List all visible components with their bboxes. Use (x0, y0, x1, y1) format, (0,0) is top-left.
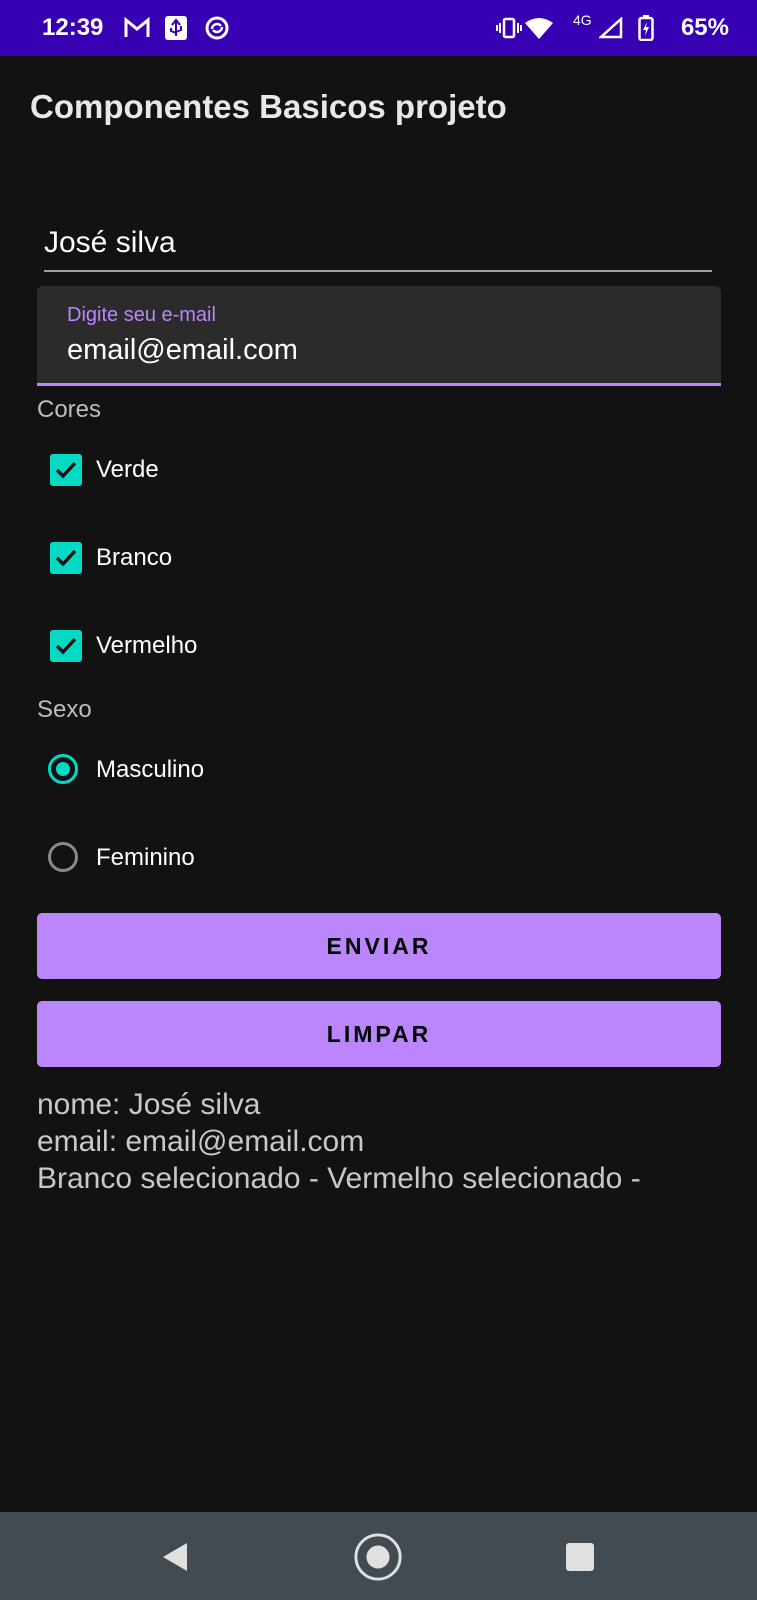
wifi-icon (525, 14, 553, 42)
recents-icon[interactable] (555, 1532, 605, 1582)
checkbox-checked-icon[interactable] (50, 454, 82, 486)
result-email: email: email@email.com (37, 1125, 365, 1158)
result-text: nome: José silva email: email@email.com … (37, 1086, 641, 1197)
email-field[interactable]: Digite seu e-mail email@email.com (37, 286, 721, 386)
result-colors: Branco selecionado - Vermelho selecionad… (37, 1162, 641, 1195)
status-bar: 12:39 4G 65% (0, 0, 757, 56)
submit-button[interactable]: ENVIAR (37, 913, 721, 979)
checkbox-label: Vermelho (96, 632, 198, 659)
clear-button[interactable]: LIMPAR (37, 1001, 721, 1067)
signal-icon (599, 14, 623, 42)
back-icon[interactable] (150, 1532, 200, 1582)
checkbox-vermelho[interactable]: Vermelho (50, 626, 350, 666)
gmail-icon (124, 14, 150, 42)
radio-label: Masculino (96, 756, 205, 783)
checkbox-label: Verde (96, 456, 159, 483)
name-input[interactable]: José silva (44, 218, 712, 272)
vibrate-icon (496, 14, 522, 42)
usb-icon (164, 14, 188, 42)
email-field-label: Digite seu e-mail (67, 304, 216, 326)
colors-section-label: Cores (37, 396, 102, 423)
radio-selected-icon[interactable] (48, 754, 78, 784)
sync-icon (204, 14, 230, 42)
radio-masculino[interactable]: Masculino (48, 752, 348, 792)
home-icon[interactable] (353, 1532, 403, 1582)
status-time: 12:39 (42, 14, 104, 41)
radio-feminino[interactable]: Feminino (48, 840, 348, 880)
screen: 12:39 4G 65% Componentes Basicos projeto… (0, 0, 757, 1600)
checkbox-checked-icon[interactable] (50, 542, 82, 574)
battery-percent: 65% (680, 14, 729, 41)
checkbox-branco[interactable]: Branco (50, 538, 350, 578)
checkbox-verde[interactable]: Verde (50, 450, 350, 490)
checkbox-checked-icon[interactable] (50, 630, 82, 662)
navigation-bar (0, 1512, 757, 1600)
battery-charging-icon (638, 14, 654, 42)
sex-section-label: Sexo (37, 696, 92, 723)
email-field-value: email@email.com (67, 334, 298, 366)
network-type: 4G (573, 12, 592, 28)
radio-label: Feminino (96, 844, 195, 871)
result-name: nome: José silva (37, 1088, 261, 1121)
checkbox-label: Branco (96, 544, 173, 571)
name-input-value: José silva (44, 226, 176, 259)
radio-unselected-icon[interactable] (48, 842, 78, 872)
app-title: Componentes Basicos projeto (30, 88, 507, 125)
